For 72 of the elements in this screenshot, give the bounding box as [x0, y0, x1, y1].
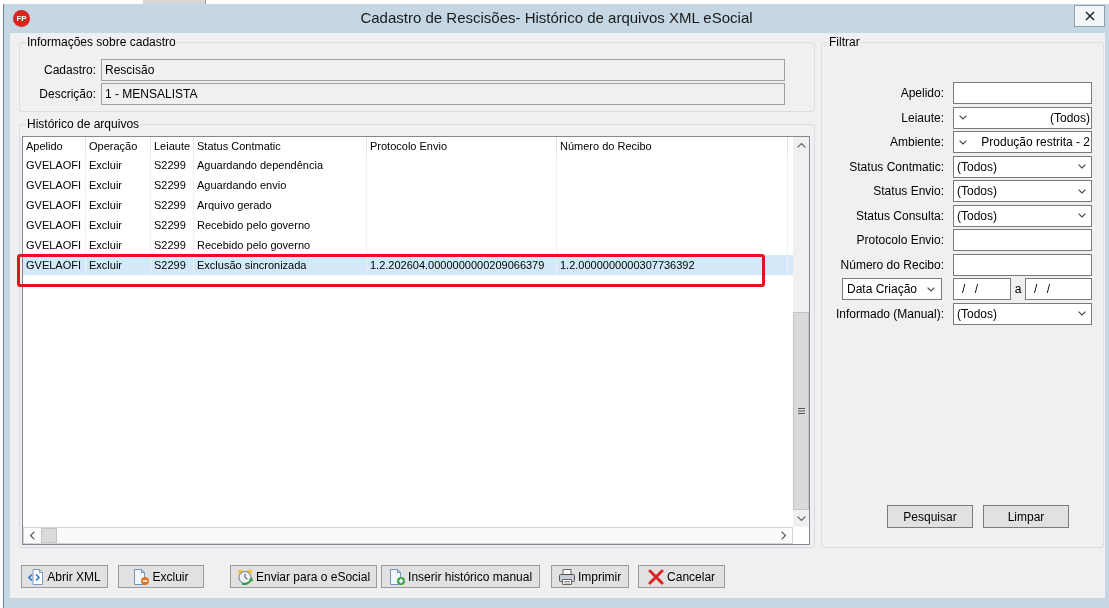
group-title: Histórico de arquivos [26, 117, 141, 131]
table-cell: Excluir [86, 235, 151, 255]
table-cell: 1.2.0000000000307736392 [557, 255, 788, 275]
text-field[interactable] [953, 229, 1092, 251]
table-cell: S2299 [151, 235, 194, 255]
chevron-down-icon [1078, 188, 1086, 194]
vertical-scrollbar[interactable] [793, 137, 809, 527]
table-cell: Excluir [86, 255, 151, 275]
table-cell: Recebido pelo governo [194, 235, 367, 255]
dropdown[interactable]: Data Criação [842, 278, 942, 300]
open-xml-button[interactable]: Abrir XML [21, 565, 108, 588]
search-button[interactable]: Pesquisar [887, 505, 973, 528]
text-field[interactable]: Rescisão [101, 59, 785, 81]
chevron-up-icon [796, 143, 806, 148]
group-title: Filtrar [828, 35, 861, 49]
field-label: Status Envio: [872, 183, 944, 200]
clear-button[interactable]: Limpar [983, 505, 1069, 528]
chevron-left-icon [30, 531, 35, 540]
chevron-down-icon [796, 516, 806, 521]
app-logo: FP [13, 10, 30, 27]
chevron-down-icon [959, 139, 967, 145]
text-field[interactable] [953, 253, 1092, 276]
chevron-right-icon [781, 531, 786, 540]
range-label: a [1013, 281, 1023, 298]
dropdown[interactable]: (Todos) [953, 180, 1092, 202]
delete-button[interactable]: Excluir [118, 565, 204, 588]
dropdown[interactable]: (Todos) [953, 155, 1092, 178]
table-cell: Exclusão sincronizada [194, 255, 367, 275]
field-label: Cadastro: [42, 62, 96, 79]
file-plus-icon [389, 568, 406, 585]
scrollbar-thumb[interactable] [793, 312, 809, 510]
field-label: Ambiente: [888, 134, 944, 151]
window-title: Cadastro de Rescisões- Histórico de arquivos XML eSocial [359, 8, 754, 29]
grip-icon [797, 408, 805, 414]
horizontal-scrollbar[interactable] [23, 527, 793, 544]
field-label: Informado (Manual): [834, 305, 944, 323]
table-cell: S2299 [151, 255, 194, 275]
dropdown[interactable]: Produção restrita - 2 [953, 131, 1092, 153]
field-label: Leiaute: [900, 109, 944, 127]
send-button[interactable]: Enviar para o eSocial [230, 565, 378, 588]
dropdown[interactable]: (Todos) [953, 302, 1092, 325]
print-button[interactable]: Imprimir [551, 565, 630, 588]
chevron-down-icon [927, 286, 935, 292]
chevron-down-icon [1078, 213, 1086, 218]
close-icon [1084, 11, 1095, 21]
table-cell: 1.2.202604.0000000000209066379 [367, 255, 557, 275]
cross-icon [648, 568, 665, 585]
date-field[interactable]: / / [1025, 278, 1092, 300]
dropdown[interactable]: (Todos) [953, 106, 1092, 129]
field-label: Apelido: [899, 85, 944, 102]
cancel-button[interactable]: Cancelar [638, 565, 726, 588]
scrollbar-thumb[interactable] [41, 528, 57, 543]
insert-history-button[interactable]: Inserir histórico manual [381, 565, 541, 588]
table-cell: GVELAOFI [23, 255, 86, 275]
field-label: Status Consulta: [854, 207, 944, 225]
chevron-down-icon [959, 115, 967, 120]
table-cell: GVELAOFI [23, 235, 86, 255]
field-label: Status Contmatic: [848, 158, 944, 176]
file-minus-icon [133, 568, 150, 585]
field-label: Número do Recibo: [839, 256, 944, 274]
close-button[interactable] [1074, 5, 1105, 27]
date-field[interactable]: / / [953, 278, 1011, 300]
field-label: Protocolo Envio: [855, 232, 944, 249]
printer-icon [558, 568, 575, 585]
chevron-down-icon [1078, 164, 1086, 169]
field-label: Descrição: [38, 86, 96, 103]
text-field[interactable]: 1 - MENSALISTA [101, 83, 785, 105]
text-field[interactable] [953, 82, 1092, 104]
code-file-icon [28, 568, 45, 585]
chevron-down-icon [1078, 311, 1086, 316]
group-title: Informações sobre cadastro [26, 35, 177, 49]
dropdown[interactable]: (Todos) [953, 204, 1092, 227]
